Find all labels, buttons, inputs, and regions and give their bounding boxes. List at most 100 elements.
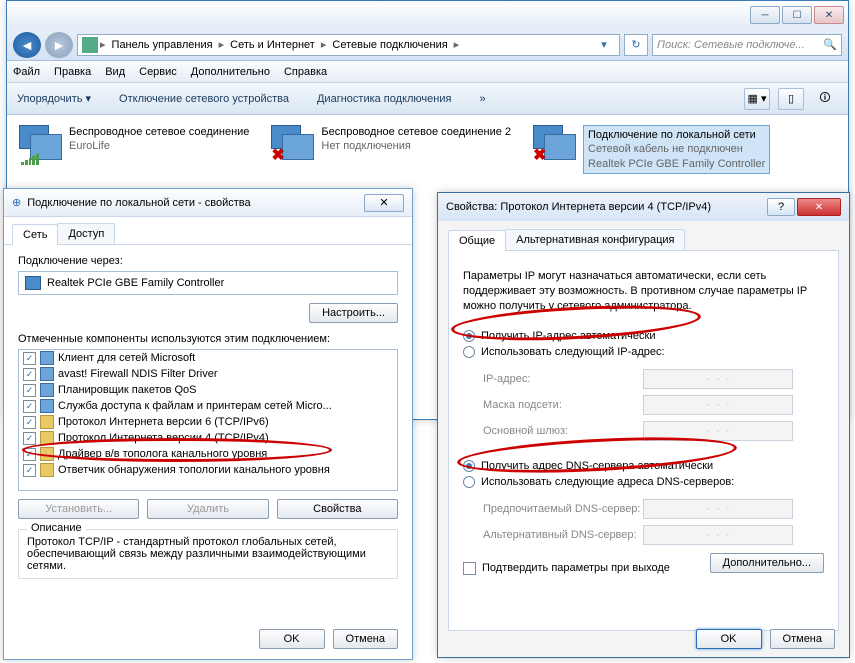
component-row[interactable]: ✓Ответчик обнаружения топологии канально… xyxy=(19,462,397,478)
description-text: Протокол TCP/IP - стандартный протокол г… xyxy=(27,536,389,572)
disable-device-button[interactable]: Отключение сетевого устройства xyxy=(119,93,289,105)
client-icon xyxy=(40,351,54,365)
properties-button[interactable]: Свойства xyxy=(277,499,398,519)
radio-auto-dns[interactable]: Получить адрес DNS-сервера автоматически xyxy=(463,458,824,474)
menu-tools[interactable]: Сервис xyxy=(139,66,177,78)
cancel-button[interactable]: Отмена xyxy=(770,629,835,649)
dns2-input: · · · xyxy=(643,525,793,545)
help-icon[interactable]: 🛈 xyxy=(812,88,838,110)
checkbox[interactable]: ✓ xyxy=(23,464,36,477)
ip-input: · · · xyxy=(643,369,793,389)
gateway-input: · · · xyxy=(643,421,793,441)
menu-help[interactable]: Справка xyxy=(284,66,327,78)
tab-network[interactable]: Сеть xyxy=(12,224,58,245)
search-icon[interactable]: 🔍 xyxy=(823,38,837,51)
radio-button[interactable] xyxy=(463,346,475,358)
advanced-button[interactable]: Дополнительно... xyxy=(710,553,824,573)
dns1-label: Предпочитаемый DNS-сервер: xyxy=(483,503,643,515)
back-button[interactable]: ◄ xyxy=(13,32,41,58)
connection-properties-dialog: ⊕ Подключение по локальной сети - свойст… xyxy=(3,188,413,660)
checkbox[interactable]: ✓ xyxy=(23,448,36,461)
close-button[interactable]: ✕ xyxy=(814,6,844,24)
connection-name: Беспроводное сетевое соединение 2 xyxy=(321,125,511,139)
ok-button[interactable]: OK xyxy=(259,629,325,649)
ok-button[interactable]: OK xyxy=(696,629,762,649)
menu-edit[interactable]: Правка xyxy=(54,66,91,78)
description-text: Параметры IP могут назначаться автоматич… xyxy=(463,269,824,314)
preview-pane-button[interactable]: ▯ xyxy=(778,88,804,110)
checkbox[interactable]: ✓ xyxy=(23,352,36,365)
cancel-button[interactable]: Отмена xyxy=(333,629,398,649)
checkbox[interactable]: ✓ xyxy=(23,416,36,429)
checkbox[interactable]: ✓ xyxy=(23,432,36,445)
remove-button[interactable]: Удалить xyxy=(147,499,268,519)
component-row[interactable]: ✓Служба доступа к файлам и принтерам сет… xyxy=(19,398,397,414)
checkbox[interactable]: ✓ xyxy=(23,368,36,381)
connection-item[interactable]: Беспроводное сетевое соединениеEuroLife xyxy=(19,125,249,174)
dropdown-icon[interactable]: ▾ xyxy=(593,38,615,51)
search-input[interactable]: Поиск: Сетевые подключе... 🔍 xyxy=(652,34,842,56)
radio-auto-ip[interactable]: Получить IP-адрес автоматически xyxy=(463,328,824,344)
view-button[interactable]: ▦ ▾ xyxy=(744,88,770,110)
close-button[interactable]: ✕ xyxy=(797,198,841,216)
component-row-ipv4[interactable]: ✓Протокол Интернета версии 4 (TCP/IPv4) xyxy=(19,430,397,446)
dialog-titlebar: Свойства: Протокол Интернета версии 4 (T… xyxy=(438,193,849,221)
protocol-icon xyxy=(40,431,54,445)
connection-name: Подключение по локальной сети xyxy=(588,128,765,142)
connection-adapter: Realtek PCIe GBE Family Controller xyxy=(588,157,765,171)
checkbox[interactable] xyxy=(463,562,476,575)
close-button[interactable]: ✕ xyxy=(364,194,404,212)
checkbox[interactable]: ✓ xyxy=(23,384,36,397)
ip-label: IP-адрес: xyxy=(483,373,643,385)
connection-name: Беспроводное сетевое соединение xyxy=(69,125,249,139)
bc-seg[interactable]: Панель управления xyxy=(108,39,217,51)
component-row[interactable]: ✓Драйвер в/в тополога канального уровня xyxy=(19,446,397,462)
protocol-icon xyxy=(40,463,54,477)
radio-button[interactable] xyxy=(463,460,475,472)
refresh-button[interactable]: ↻ xyxy=(624,34,648,56)
radio-button[interactable] xyxy=(463,476,475,488)
tab-general[interactable]: Общие xyxy=(448,230,506,251)
checkbox[interactable]: ✓ xyxy=(23,400,36,413)
organize-button[interactable]: Упорядочить ▾ xyxy=(17,92,91,105)
protocol-icon xyxy=(40,447,54,461)
connection-status: Сетевой кабель не подключен xyxy=(588,142,765,156)
radio-manual-ip[interactable]: Использовать следующий IP-адрес: xyxy=(463,344,824,360)
menu-file[interactable]: Файл xyxy=(13,66,40,78)
radio-manual-dns[interactable]: Использовать следующие адреса DNS-сервер… xyxy=(463,474,824,490)
install-button[interactable]: Установить... xyxy=(18,499,139,519)
component-row[interactable]: ✓Клиент для сетей Microsoft xyxy=(19,350,397,366)
connection-status: EuroLife xyxy=(69,139,249,153)
connection-item[interactable]: ✖ Беспроводное сетевое соединение 2Нет п… xyxy=(271,125,511,174)
bc-seg[interactable]: Сеть и Интернет xyxy=(226,39,319,51)
bc-seg[interactable]: Сетевые подключения xyxy=(328,39,451,51)
navbar: ◄ ► ▸ Панель управления▸ Сеть и Интернет… xyxy=(7,29,848,61)
component-row[interactable]: ✓avast! Firewall NDIS Filter Driver xyxy=(19,366,397,382)
maximize-button[interactable]: ☐ xyxy=(782,6,812,24)
mask-label: Маска подсети: xyxy=(483,399,643,411)
menu-advanced[interactable]: Дополнительно xyxy=(191,66,270,78)
connection-item-selected[interactable]: ✖ Подключение по локальной сетиСетевой к… xyxy=(533,125,770,174)
breadcrumb[interactable]: ▸ Панель управления▸ Сеть и Интернет▸ Се… xyxy=(77,34,620,56)
command-bar: Упорядочить ▾ Отключение сетевого устрой… xyxy=(7,83,848,115)
forward-button[interactable]: ► xyxy=(45,32,73,58)
more-commands[interactable]: » xyxy=(479,93,485,105)
component-row[interactable]: ✓Планировщик пакетов QoS xyxy=(19,382,397,398)
dialog-title: Подключение по локальной сети - свойства xyxy=(27,197,358,209)
menu-view[interactable]: Вид xyxy=(105,66,125,78)
dialog-titlebar: ⊕ Подключение по локальной сети - свойст… xyxy=(4,189,412,217)
configure-button[interactable]: Настроить... xyxy=(309,303,398,323)
help-button[interactable]: ? xyxy=(767,198,795,216)
network-icon xyxy=(82,37,98,53)
tab-sharing[interactable]: Доступ xyxy=(57,223,115,244)
minimize-button[interactable]: ─ xyxy=(750,6,780,24)
component-row[interactable]: ✓Протокол Интернета версии 6 (TCP/IPv6) xyxy=(19,414,397,430)
wireless-icon: ✖ xyxy=(271,125,313,165)
diagnose-button[interactable]: Диагностика подключения xyxy=(317,93,451,105)
description-box: Описание Протокол TCP/IP - стандартный п… xyxy=(18,529,398,579)
components-list[interactable]: ✓Клиент для сетей Microsoft ✓avast! Fire… xyxy=(18,349,398,491)
mask-input: · · · xyxy=(643,395,793,415)
tab-content: Подключение через: Realtek PCIe GBE Fami… xyxy=(4,245,412,599)
radio-button[interactable] xyxy=(463,330,475,342)
tab-alternate[interactable]: Альтернативная конфигурация xyxy=(505,229,685,250)
